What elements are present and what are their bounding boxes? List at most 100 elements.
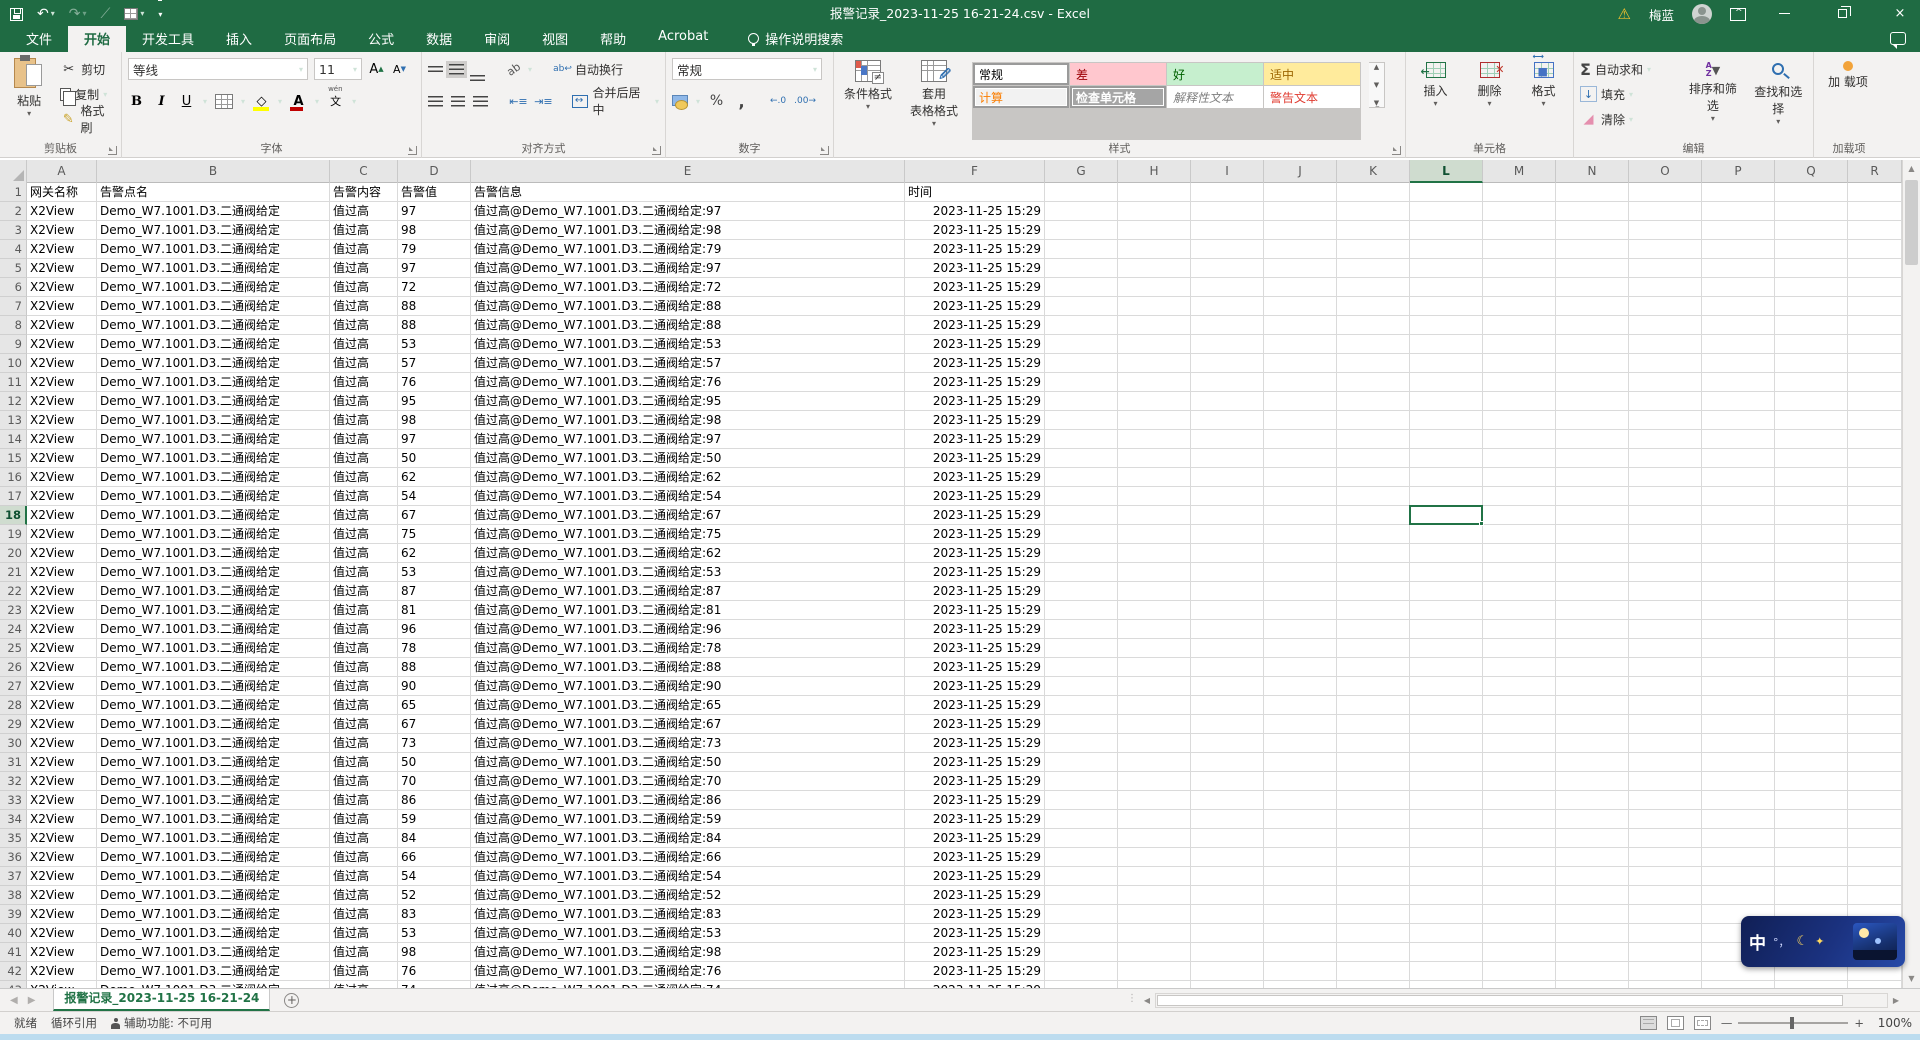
cell-style-好[interactable]: 好 bbox=[1167, 63, 1263, 85]
cell-L19[interactable] bbox=[1410, 525, 1483, 544]
cell-G43[interactable] bbox=[1045, 981, 1118, 988]
cell-P32[interactable] bbox=[1702, 772, 1775, 791]
cell-M23[interactable] bbox=[1483, 601, 1556, 620]
cell-C19[interactable]: 值过高 bbox=[330, 525, 398, 544]
cell-B17[interactable]: Demo_W7.1001.D3.二通阀给定 bbox=[97, 487, 330, 506]
column-header-F[interactable]: F bbox=[905, 160, 1045, 183]
cell-R5[interactable] bbox=[1848, 259, 1902, 278]
cell-H28[interactable] bbox=[1118, 696, 1191, 715]
cell-D28[interactable]: 65 bbox=[398, 696, 471, 715]
cell-H17[interactable] bbox=[1118, 487, 1191, 506]
cell-R26[interactable] bbox=[1848, 658, 1902, 677]
merge-center-button[interactable]: 合并后居中▾ bbox=[572, 90, 659, 112]
cell-L7[interactable] bbox=[1410, 297, 1483, 316]
cell-H4[interactable] bbox=[1118, 240, 1191, 259]
cell-E40[interactable]: 值过高@Demo_W7.1001.D3.二通阀给定:53 bbox=[471, 924, 905, 943]
cell-E6[interactable]: 值过高@Demo_W7.1001.D3.二通阀给定:72 bbox=[471, 278, 905, 297]
cell-Q10[interactable] bbox=[1775, 354, 1848, 373]
tab-文件[interactable]: 文件 bbox=[10, 26, 68, 52]
cell-E19[interactable]: 值过高@Demo_W7.1001.D3.二通阀给定:75 bbox=[471, 525, 905, 544]
row-header-26[interactable]: 26 bbox=[0, 658, 27, 677]
cell-G24[interactable] bbox=[1045, 620, 1118, 639]
cell-L17[interactable] bbox=[1410, 487, 1483, 506]
cell-O7[interactable] bbox=[1629, 297, 1702, 316]
cell-B13[interactable]: Demo_W7.1001.D3.二通阀给定 bbox=[97, 411, 330, 430]
ime-skin-image[interactable] bbox=[1853, 923, 1897, 960]
status-accessibility[interactable]: 辅助功能: 不可用 bbox=[111, 1015, 212, 1031]
scroll-left-icon[interactable]: ◀ bbox=[1139, 996, 1155, 1005]
cell-M43[interactable] bbox=[1483, 981, 1556, 988]
cell-G1[interactable] bbox=[1045, 183, 1118, 202]
cell-M1[interactable] bbox=[1483, 183, 1556, 202]
dialog-launcher-icon[interactable] bbox=[652, 146, 661, 155]
cell-D36[interactable]: 66 bbox=[398, 848, 471, 867]
cell-F27[interactable]: 2023-11-25 15:29 bbox=[905, 677, 1045, 696]
cell-B1[interactable]: 告警点名 bbox=[97, 183, 330, 202]
cell-C32[interactable]: 值过高 bbox=[330, 772, 398, 791]
cell-A39[interactable]: X2View bbox=[27, 905, 97, 924]
chevron-down-icon[interactable]: ▾ bbox=[696, 97, 700, 106]
cell-H23[interactable] bbox=[1118, 601, 1191, 620]
cell-K23[interactable] bbox=[1337, 601, 1410, 620]
cell-P3[interactable] bbox=[1702, 221, 1775, 240]
chevron-down-icon[interactable]: ▾ bbox=[278, 97, 282, 106]
cell-R13[interactable] bbox=[1848, 411, 1902, 430]
cell-B22[interactable]: Demo_W7.1001.D3.二通阀给定 bbox=[97, 582, 330, 601]
cell-Q35[interactable] bbox=[1775, 829, 1848, 848]
cell-E32[interactable]: 值过高@Demo_W7.1001.D3.二通阀给定:70 bbox=[471, 772, 905, 791]
cell-C8[interactable]: 值过高 bbox=[330, 316, 398, 335]
cell-N29[interactable] bbox=[1556, 715, 1629, 734]
tab-审阅[interactable]: 审阅 bbox=[468, 26, 526, 52]
cell-J28[interactable] bbox=[1264, 696, 1337, 715]
cell-C18[interactable]: 值过高 bbox=[330, 506, 398, 525]
view-page-break-button[interactable] bbox=[1694, 1016, 1711, 1030]
cell-C23[interactable]: 值过高 bbox=[330, 601, 398, 620]
cell-P35[interactable] bbox=[1702, 829, 1775, 848]
cell-I41[interactable] bbox=[1191, 943, 1264, 962]
cell-H7[interactable] bbox=[1118, 297, 1191, 316]
cell-A18[interactable]: X2View bbox=[27, 506, 97, 525]
cell-G40[interactable] bbox=[1045, 924, 1118, 943]
cell-F10[interactable]: 2023-11-25 15:29 bbox=[905, 354, 1045, 373]
font-name-combo[interactable]: 等线▾ bbox=[128, 58, 308, 80]
cell-P34[interactable] bbox=[1702, 810, 1775, 829]
cell-A23[interactable]: X2View bbox=[27, 601, 97, 620]
dialog-launcher-icon[interactable] bbox=[408, 146, 417, 155]
column-header-C[interactable]: C bbox=[330, 160, 398, 183]
row-header-11[interactable]: 11 bbox=[0, 373, 27, 392]
cell-L13[interactable] bbox=[1410, 411, 1483, 430]
cell-D4[interactable]: 79 bbox=[398, 240, 471, 259]
cell-B7[interactable]: Demo_W7.1001.D3.二通阀给定 bbox=[97, 297, 330, 316]
cell-K21[interactable] bbox=[1337, 563, 1410, 582]
select-all-corner[interactable] bbox=[0, 160, 27, 183]
cell-N26[interactable] bbox=[1556, 658, 1629, 677]
cell-E39[interactable]: 值过高@Demo_W7.1001.D3.二通阀给定:83 bbox=[471, 905, 905, 924]
cell-C29[interactable]: 值过高 bbox=[330, 715, 398, 734]
row-header-30[interactable]: 30 bbox=[0, 734, 27, 753]
cell-O22[interactable] bbox=[1629, 582, 1702, 601]
ime-toolbar[interactable]: 中 °， ☾ ✦ bbox=[1741, 916, 1905, 967]
cell-E14[interactable]: 值过高@Demo_W7.1001.D3.二通阀给定:97 bbox=[471, 430, 905, 449]
cell-J26[interactable] bbox=[1264, 658, 1337, 677]
cell-J21[interactable] bbox=[1264, 563, 1337, 582]
cell-F35[interactable]: 2023-11-25 15:29 bbox=[905, 829, 1045, 848]
cell-L9[interactable] bbox=[1410, 335, 1483, 354]
cell-R25[interactable] bbox=[1848, 639, 1902, 658]
cell-I27[interactable] bbox=[1191, 677, 1264, 696]
cell-O18[interactable] bbox=[1629, 506, 1702, 525]
cell-M11[interactable] bbox=[1483, 373, 1556, 392]
column-header-K[interactable]: K bbox=[1337, 160, 1410, 183]
cell-L31[interactable] bbox=[1410, 753, 1483, 772]
cell-Q17[interactable] bbox=[1775, 487, 1848, 506]
cell-O11[interactable] bbox=[1629, 373, 1702, 392]
find-select-button[interactable]: 查找和选择▾ bbox=[1750, 56, 1807, 134]
cell-F17[interactable]: 2023-11-25 15:29 bbox=[905, 487, 1045, 506]
tab-帮助[interactable]: 帮助 bbox=[584, 26, 642, 52]
cell-M17[interactable] bbox=[1483, 487, 1556, 506]
cell-N4[interactable] bbox=[1556, 240, 1629, 259]
cell-P1[interactable] bbox=[1702, 183, 1775, 202]
cell-Q37[interactable] bbox=[1775, 867, 1848, 886]
cell-D40[interactable]: 53 bbox=[398, 924, 471, 943]
cell-E16[interactable]: 值过高@Demo_W7.1001.D3.二通阀给定:62 bbox=[471, 468, 905, 487]
cell-B32[interactable]: Demo_W7.1001.D3.二通阀给定 bbox=[97, 772, 330, 791]
